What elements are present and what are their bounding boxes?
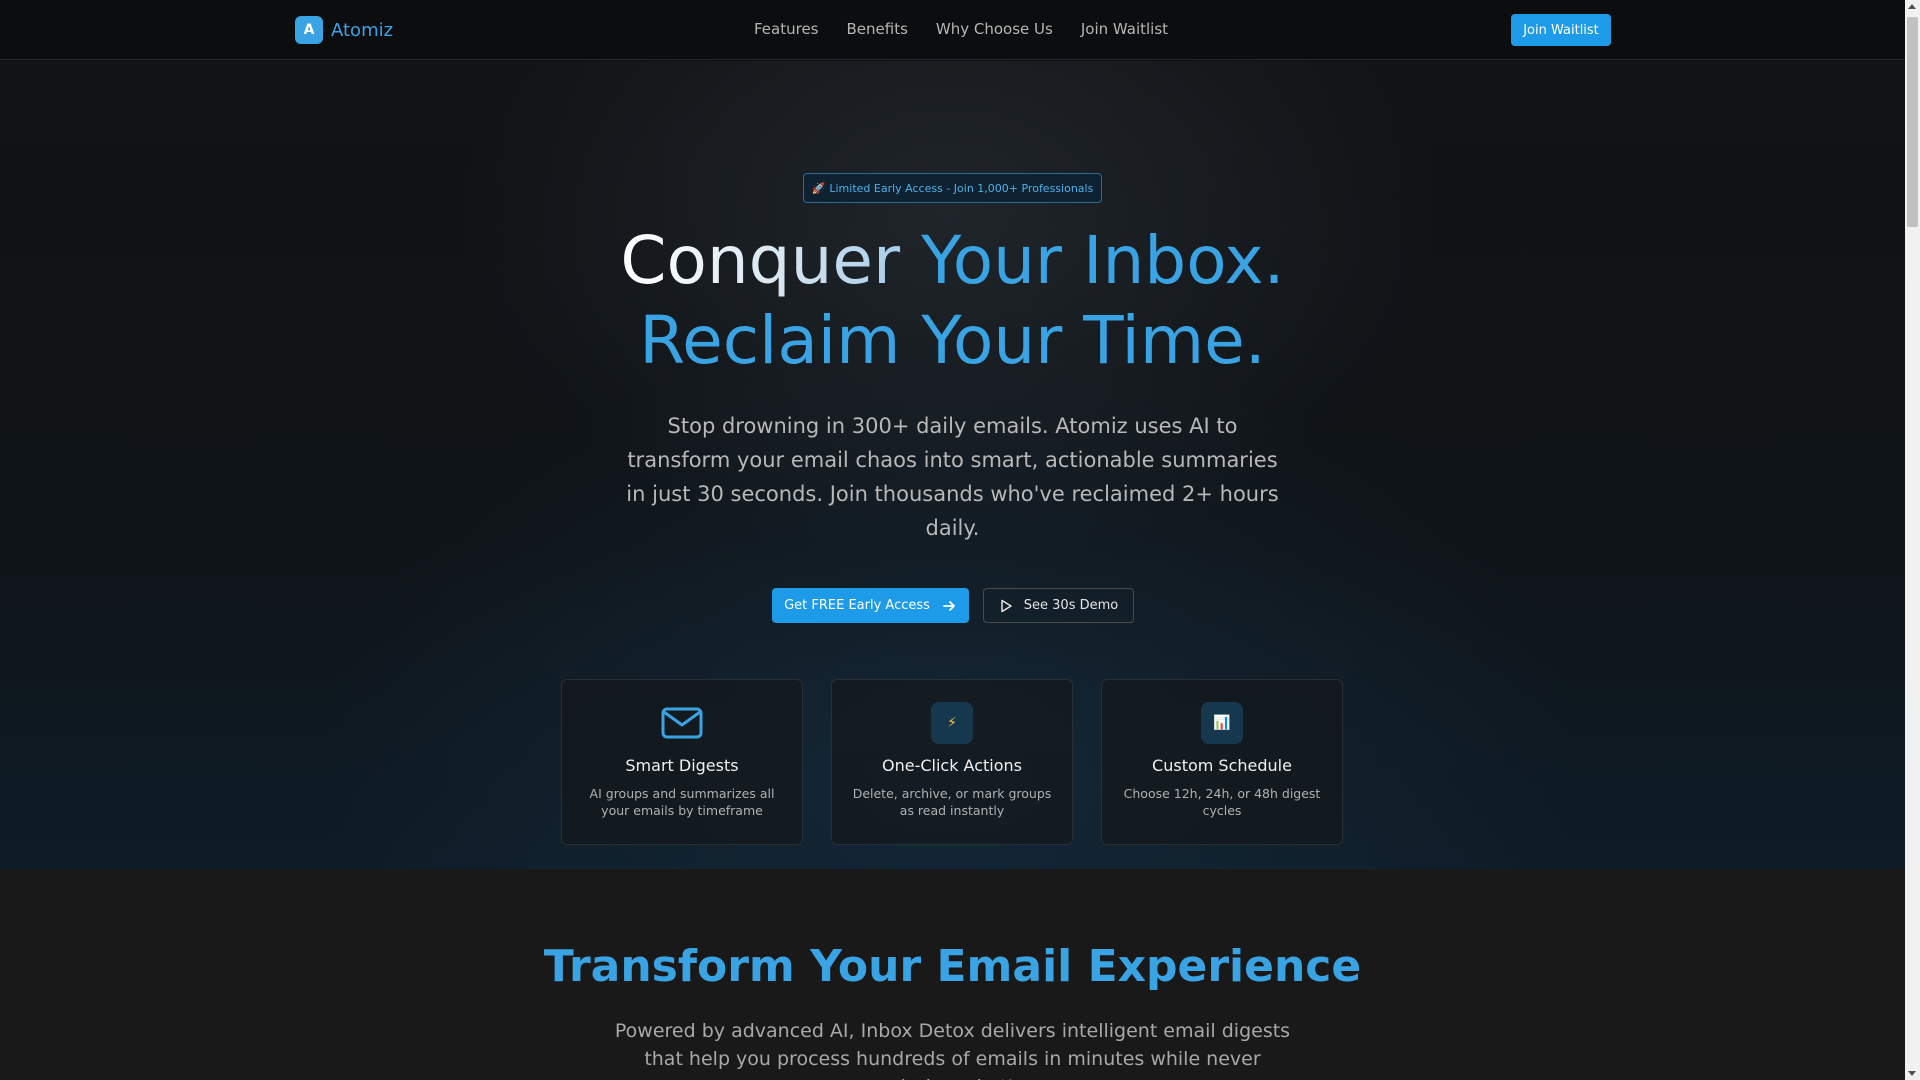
lightning-icon: ⚡ — [931, 702, 973, 744]
top-navigation: A Atomiz Features Benefits Why Choose Us… — [0, 0, 1905, 60]
nav-link-features[interactable]: Features — [754, 20, 819, 38]
feature-cards: Smart Digests AI groups and summarizes a… — [561, 679, 1343, 845]
nav-link-benefits[interactable]: Benefits — [847, 20, 908, 38]
card-title: Custom Schedule — [1152, 756, 1292, 775]
see-demo-button[interactable]: See 30s Demo — [982, 588, 1134, 623]
badge-text: Limited Early Access - Join 1,000+ Profe… — [829, 181, 1094, 195]
headline-reclaim: Reclaim Your Time. — [639, 302, 1266, 379]
page: A Atomiz Features Benefits Why Choose Us… — [0, 0, 1920, 1080]
rocket-icon: 🚀 — [811, 181, 826, 195]
scroll-down-arrow-icon[interactable] — [1908, 1071, 1916, 1076]
headline-conquer: Conquer — [620, 222, 922, 299]
bar-chart-icon: 📊 — [1201, 702, 1243, 744]
early-access-badge: 🚀 Limited Early Access - Join 1,000+ Pro… — [803, 173, 1102, 203]
card-title: Smart Digests — [625, 756, 739, 775]
card-description: AI groups and summarizes all your emails… — [589, 786, 775, 818]
nav-link-join-waitlist[interactable]: Join Waitlist — [1081, 20, 1168, 38]
join-waitlist-button[interactable]: Join Waitlist — [1511, 14, 1611, 46]
scrollbar-thumb[interactable] — [1907, 17, 1918, 227]
transform-section: Transform Your Email Experience Powered … — [0, 869, 1905, 1080]
arrow-right-icon — [943, 600, 955, 611]
hero-headline: Conquer Your Inbox. Reclaim Your Time. — [0, 221, 1905, 381]
viewport: A Atomiz Features Benefits Why Choose Us… — [0, 0, 1905, 1080]
see-demo-label: See 30s Demo — [1023, 598, 1119, 613]
card-description: Delete, archive, or mark groups as read … — [852, 786, 1052, 818]
hero-cta-row: Get FREE Early Access See 30s Demo — [0, 588, 1905, 623]
card-title: One-Click Actions — [881, 756, 1022, 775]
headline-your-inbox: Your Inbox. — [921, 222, 1285, 299]
card-description: Choose 12h, 24h, or 48h digest cycles — [1123, 786, 1321, 818]
logo[interactable]: A Atomiz — [295, 16, 393, 44]
vertical-scrollbar[interactable] — [1905, 0, 1920, 1080]
hero-section: 🚀 Limited Early Access - Join 1,000+ Pro… — [0, 61, 1905, 869]
hero-subtitle: Stop drowning in 300+ daily emails. Atom… — [626, 414, 1279, 540]
nav-links: Features Benefits Why Choose Us Join Wai… — [754, 20, 1168, 38]
feature-card-smart-digests: Smart Digests AI groups and summarizes a… — [561, 679, 803, 845]
nav-link-why-choose-us[interactable]: Why Choose Us — [936, 20, 1053, 38]
mail-icon — [661, 702, 703, 744]
get-early-access-label: Get FREE Early Access — [784, 598, 930, 613]
feature-card-custom-schedule: 📊 Custom Schedule Choose 12h, 24h, or 48… — [1101, 679, 1343, 845]
logo-mark: A — [295, 16, 323, 44]
logo-text: Atomiz — [331, 19, 394, 41]
play-icon — [1001, 599, 1012, 612]
feature-card-one-click-actions: ⚡ One-Click Actions Delete, archive, or … — [831, 679, 1073, 845]
get-early-access-button[interactable]: Get FREE Early Access — [771, 588, 969, 623]
section-text: Powered by advanced AI, Inbox Detox deli… — [614, 1020, 1291, 1080]
scroll-up-arrow-icon[interactable] — [1908, 4, 1916, 9]
section-title: Transform Your Email Experience — [543, 941, 1362, 992]
